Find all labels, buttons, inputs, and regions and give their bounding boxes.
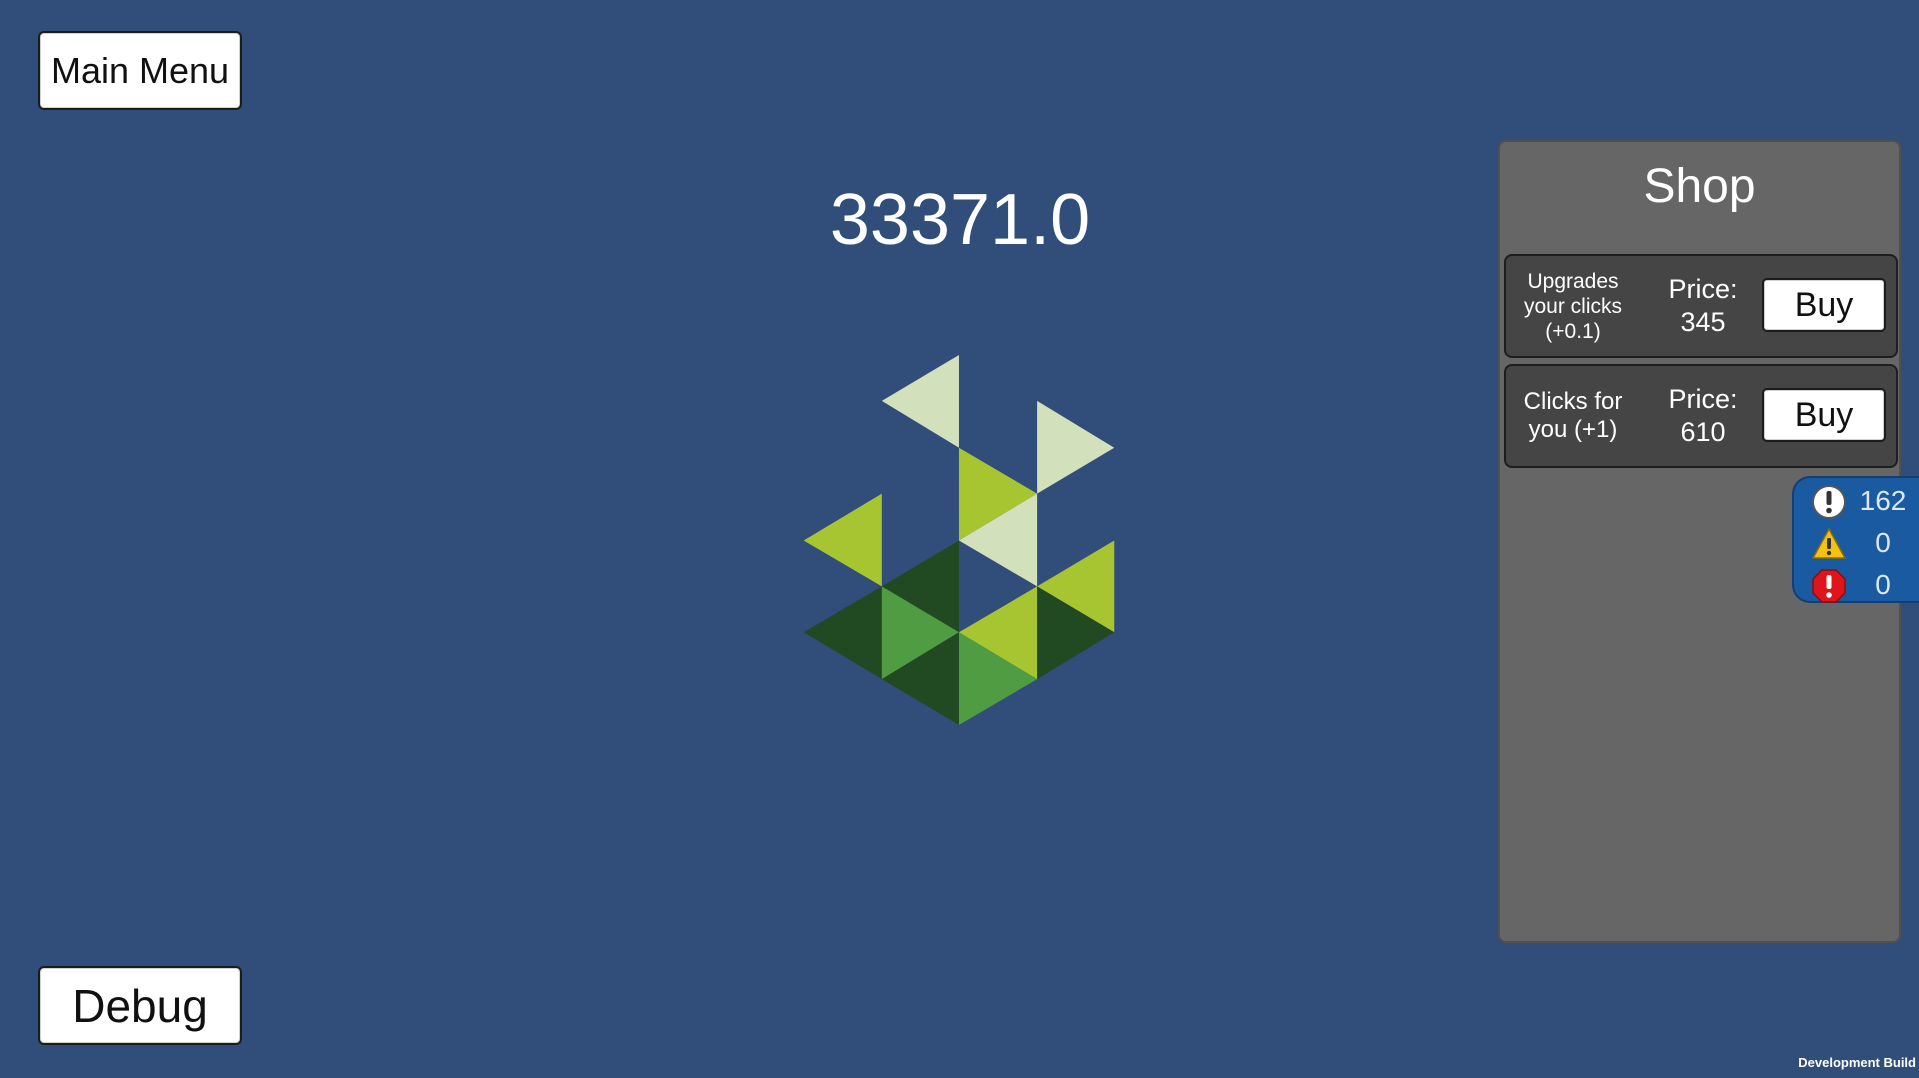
shop-item-auto-clicker: Clicks for you (+1) Price: 610 Buy bbox=[1504, 364, 1898, 468]
console-error-count: 0 bbox=[1875, 569, 1891, 600]
price-label: Price: bbox=[1668, 274, 1738, 304]
development-build-label: Development Build bbox=[1798, 1055, 1916, 1070]
buy-auto-clicker-button[interactable]: Buy bbox=[1762, 388, 1886, 442]
console-error-row[interactable]: 0 bbox=[1794, 564, 1919, 606]
shop-item-description: Clicks for you (+1) bbox=[1523, 388, 1623, 443]
logo-triangle bbox=[803, 586, 882, 680]
shop-item-price: Price: 610 bbox=[1648, 366, 1758, 466]
console-log-counter[interactable]: 162 0 0 bbox=[1792, 476, 1919, 603]
logo-triangle bbox=[1037, 400, 1115, 494]
score-counter: 33371.0 bbox=[829, 180, 1091, 260]
clicker-logo-icon[interactable] bbox=[800, 355, 1120, 725]
logo-triangle bbox=[803, 493, 882, 587]
shop-item-description: Upgrades your clicks (+0.1) bbox=[1523, 269, 1623, 343]
warning-icon bbox=[1811, 527, 1847, 559]
info-icon bbox=[1812, 485, 1846, 519]
console-info-row[interactable]: 162 bbox=[1794, 480, 1919, 522]
price-label: Price: bbox=[1668, 384, 1738, 414]
error-icon bbox=[1812, 569, 1846, 603]
shop-item-price: Price: 345 bbox=[1648, 256, 1758, 356]
price-value: 610 bbox=[1680, 417, 1726, 447]
debug-button[interactable]: Debug bbox=[38, 966, 242, 1045]
console-warning-row[interactable]: 0 bbox=[1794, 522, 1919, 564]
console-warning-count: 0 bbox=[1875, 527, 1891, 558]
buy-click-upgrade-button[interactable]: Buy bbox=[1762, 278, 1886, 332]
logo-triangle bbox=[881, 355, 959, 448]
console-info-count: 162 bbox=[1859, 485, 1907, 516]
price-value: 345 bbox=[1680, 307, 1726, 337]
main-menu-button[interactable]: Main Menu bbox=[38, 31, 242, 110]
shop-title: Shop bbox=[1643, 160, 1756, 213]
game-screen: Main Menu 33371.0 Shop Upgrades your cli… bbox=[0, 0, 1919, 1078]
shop-item-click-upgrade: Upgrades your clicks (+0.1) Price: 345 B… bbox=[1504, 254, 1898, 358]
